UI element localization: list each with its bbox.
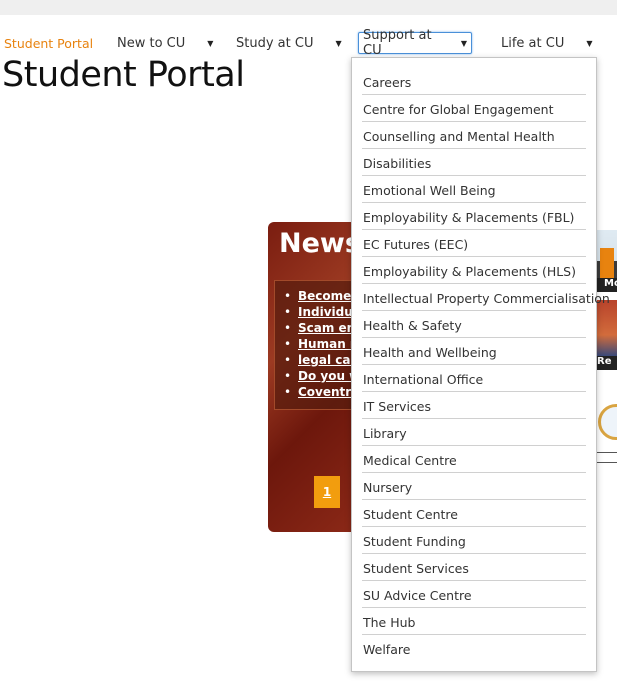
nav-label: Study at CU (236, 35, 314, 51)
menu-item-disabilities[interactable]: Disabilities (362, 149, 586, 176)
nav-home-link[interactable]: Student Portal (4, 36, 93, 51)
nav-label: New to CU (117, 35, 186, 51)
menu-item-careers[interactable]: Careers (362, 68, 586, 95)
menu-item-student-services[interactable]: Student Services (362, 554, 586, 581)
divider (596, 452, 617, 453)
menu-item-medical-centre[interactable]: Medical Centre (362, 446, 586, 473)
nav-new-to-cu[interactable]: New to CU ▼ (113, 32, 217, 54)
menu-item-health-safety[interactable]: Health & Safety (362, 311, 586, 338)
divider (596, 462, 617, 463)
menu-item-health-wellbeing[interactable]: Health and Wellbeing (362, 338, 586, 365)
menu-item-the-hub[interactable]: The Hub (362, 608, 586, 635)
page-title: Student Portal (2, 55, 245, 95)
nav-study-at-cu[interactable]: Study at CU ▼ (232, 32, 346, 54)
menu-item-ip-commercialisation[interactable]: Intellectual Property Commercialisation (362, 284, 610, 311)
nav-label: Support at CU (363, 28, 432, 58)
nav-support-at-cu[interactable]: Support at CU ▼ (358, 28, 472, 58)
nav-label: Life at CU (501, 35, 565, 51)
menu-item-welfare[interactable]: Welfare (362, 635, 586, 662)
side-promo-thumbnail[interactable]: Mo (596, 230, 617, 292)
news-title: News (279, 228, 361, 259)
menu-item-nursery[interactable]: Nursery (362, 473, 586, 500)
chevron-down-icon: ▼ (586, 38, 593, 48)
menu-item-international-office[interactable]: International Office (362, 365, 586, 392)
menu-item-su-advice-centre[interactable]: SU Advice Centre (362, 581, 586, 608)
news-link[interactable]: Coventry (298, 385, 359, 399)
menu-item-emotional-well-being[interactable]: Emotional Well Being (362, 176, 586, 203)
dropdown-menu: Careers Centre for Global Engagement Cou… (352, 58, 610, 662)
chevron-down-icon: ▼ (460, 38, 467, 48)
menu-item-ec-futures[interactable]: EC Futures (EEC) (362, 230, 586, 257)
support-at-cu-dropdown: Careers Centre for Global Engagement Cou… (351, 57, 610, 672)
menu-item-counselling[interactable]: Counselling and Mental Health (362, 122, 586, 149)
nav-life-at-cu[interactable]: Life at CU ▼ (497, 32, 597, 54)
main-nav: Student Portal New to CU ▼ Study at CU ▼… (0, 28, 617, 58)
menu-item-employability-fbl[interactable]: Employability & Placements (FBL) (362, 203, 586, 230)
seal-logo-icon (598, 404, 617, 440)
promo-caption: Re (596, 356, 617, 370)
news-pager-button[interactable]: 1 (314, 476, 340, 508)
side-promo-thumbnail[interactable]: Re (596, 300, 617, 370)
side-logo-thumbnail[interactable] (596, 400, 617, 450)
menu-item-student-centre[interactable]: Student Centre (362, 500, 586, 527)
menu-item-global-engagement[interactable]: Centre for Global Engagement (362, 95, 586, 122)
menu-item-student-funding[interactable]: Student Funding (362, 527, 586, 554)
chevron-down-icon: ▼ (335, 38, 342, 48)
menu-item-library[interactable]: Library (362, 419, 586, 446)
news-link[interactable]: Scam em (298, 321, 359, 335)
promo-graphic (600, 248, 614, 278)
top-strip (0, 0, 617, 15)
menu-item-employability-hls[interactable]: Employability & Placements (HLS) (362, 257, 586, 284)
menu-item-it-services[interactable]: IT Services (362, 392, 586, 419)
chevron-down-icon: ▼ (207, 38, 214, 48)
